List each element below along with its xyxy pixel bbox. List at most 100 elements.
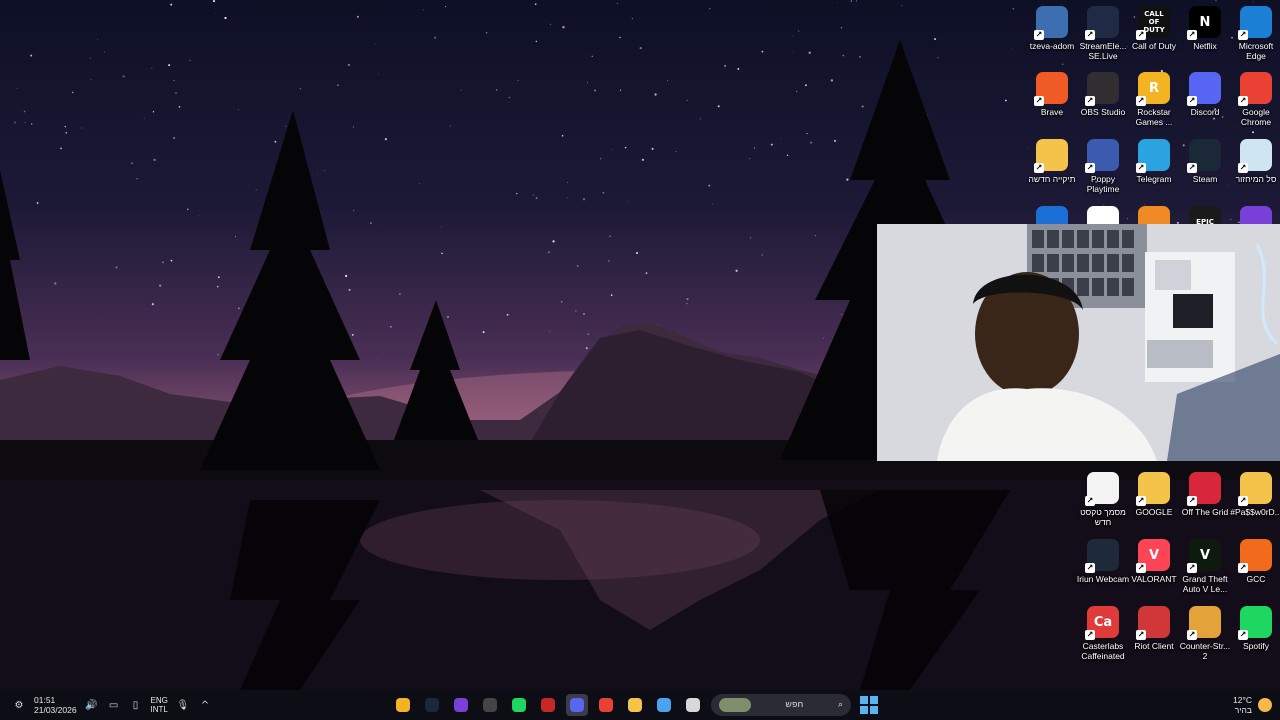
desktop-icon[interactable]: ↗ Riot Client: [1127, 606, 1181, 651]
star: [356, 15, 359, 18]
star: [627, 201, 629, 203]
desktop-icon-label: Discord: [1190, 107, 1220, 117]
shortcut-arrow-icon: ↗: [1238, 496, 1248, 506]
desktop-icon[interactable]: ↗ StreamEle... SE.Live: [1076, 6, 1130, 61]
desktop-icon[interactable]: N ↗ Netflix: [1178, 6, 1232, 51]
steam-icon[interactable]: [421, 694, 443, 716]
star: [631, 18, 633, 20]
star: [792, 50, 794, 52]
star: [841, 314, 843, 316]
network-icon[interactable]: ▭: [107, 700, 121, 711]
desktop-icon[interactable]: Ca ↗ Casterlabs Caffeinated: [1076, 606, 1130, 661]
star: [370, 222, 372, 224]
chrome-icon[interactable]: [595, 694, 617, 716]
desktop-icon[interactable]: ↗ GCC: [1229, 539, 1280, 584]
star: [23, 110, 26, 113]
shortcut-arrow-icon: ↗: [1136, 630, 1146, 640]
app-icon[interactable]: [450, 694, 472, 716]
star: [434, 36, 437, 39]
desktop-icon[interactable]: CALL OF DUTY ↗ Call of Duty: [1127, 6, 1181, 51]
star: [81, 127, 83, 129]
desktop-icon[interactable]: ↗ סל המיחזור: [1229, 139, 1280, 184]
star: [575, 310, 577, 312]
language-indicator[interactable]: ENG INTL: [151, 696, 168, 714]
star: [1227, 184, 1229, 186]
star: [224, 16, 227, 20]
star: [348, 288, 351, 291]
desktop-icon[interactable]: V ↗ Grand Theft Auto V Le...: [1178, 539, 1232, 594]
star: [927, 114, 929, 116]
desktop-icon[interactable]: V ↗ VALORANT: [1127, 539, 1181, 584]
app-glyph: [541, 698, 555, 712]
desktop-icon[interactable]: ↗ תיקייה חדשה: [1025, 139, 1079, 184]
app-glyph: [454, 698, 468, 712]
desktop-icon[interactable]: ↗ Spotify: [1229, 606, 1280, 651]
desktop-icon[interactable]: R ↗ Rockstar Games ...: [1127, 72, 1181, 127]
desktop-icon[interactable]: ↗ GOOGLE: [1127, 472, 1181, 517]
desktop-icon[interactable]: ↗ Telegram: [1127, 139, 1181, 184]
shortcut-arrow-icon: ↗: [1136, 96, 1146, 106]
weather-widget[interactable]: 12°C בהיר: [1233, 692, 1272, 718]
file-explorer-icon[interactable]: [624, 694, 646, 716]
desktop-icon[interactable]: ↗ מסמך טקסט חדש: [1076, 472, 1130, 527]
desktop-icon[interactable]: ↗ Microsoft Edge: [1229, 6, 1280, 61]
star: [686, 298, 689, 301]
star: [1005, 99, 1007, 102]
settings-icon[interactable]: ⚙: [12, 700, 26, 711]
desktop-icon-label: Steam: [1192, 174, 1218, 184]
desktop-icon-label: Telegram: [1136, 174, 1172, 184]
desktop-icon[interactable]: ↗ OBS Studio: [1076, 72, 1130, 117]
chevron-up-icon[interactable]: ^: [198, 700, 212, 711]
star: [761, 254, 764, 256]
star: [619, 36, 621, 39]
volume-icon[interactable]: 🔊: [85, 700, 99, 711]
app-icon[interactable]: [537, 694, 559, 716]
discord-icon[interactable]: [566, 694, 588, 716]
desktop-icon[interactable]: ↗ Poppy Playtime: [1076, 139, 1130, 194]
desktop-icon[interactable]: ↗ Google Chrome: [1229, 72, 1280, 127]
folder-icon: ↗: [1136, 472, 1170, 506]
star: [585, 347, 588, 350]
desktop-icon-label: OBS Studio: [1080, 107, 1126, 117]
icon-glyph: Ca: [1093, 614, 1113, 630]
desktop-icon[interactable]: ↗ tzeva-adom: [1025, 6, 1079, 51]
apps-grid-icon[interactable]: [653, 694, 675, 716]
call-of-duty-icon: CALL OF DUTY ↗: [1136, 6, 1170, 40]
desktop-icon[interactable]: ↗ Iriun Webcam: [1076, 539, 1130, 584]
battery-icon[interactable]: ▯: [129, 700, 143, 711]
star: [798, 30, 800, 32]
desktop-icon[interactable]: ↗ Brave: [1025, 72, 1079, 117]
start-button[interactable]: [858, 694, 880, 716]
desktop-icon[interactable]: ↗ Counter-Str... 2: [1178, 606, 1232, 661]
star: [834, 139, 836, 142]
clock[interactable]: 01:51 21/03/2026: [34, 695, 77, 715]
shortcut-arrow-icon: ↗: [1187, 563, 1197, 573]
spotify-icon[interactable]: [508, 694, 530, 716]
shortcut-arrow-icon: ↗: [1187, 630, 1197, 640]
star: [317, 173, 318, 175]
star: [517, 79, 519, 82]
star: [351, 334, 354, 336]
star: [1247, 63, 1248, 65]
star: [60, 147, 62, 150]
clock-icon[interactable]: [479, 694, 501, 716]
star: [594, 89, 597, 92]
desktop-icon[interactable]: ↗ Steam: [1178, 139, 1232, 184]
shortcut-arrow-icon: ↗: [1085, 630, 1095, 640]
desktop-icon[interactable]: ↗ Off The Grid: [1178, 472, 1232, 517]
microphone-icon[interactable]: 🎙: [176, 700, 190, 711]
star: [30, 123, 33, 125]
star: [1062, 63, 1064, 65]
desktop-icon-label: Counter-Str... 2: [1179, 641, 1231, 661]
star: [198, 215, 200, 216]
desktop-icon[interactable]: ↗ Discord: [1178, 72, 1232, 117]
start-button-pane: [860, 706, 868, 714]
shortcut-arrow-icon: ↗: [1034, 96, 1044, 106]
star: [577, 265, 579, 267]
rockstar-icon[interactable]: [392, 694, 414, 716]
star: [611, 148, 613, 150]
task-view-icon[interactable]: [682, 694, 704, 716]
taskbar-search[interactable]: חפש ⌕: [711, 694, 851, 716]
desktop-icon[interactable]: ↗ #Pa$$w0rD...: [1229, 472, 1280, 517]
taskbar-apps: חפש ⌕: [392, 690, 880, 720]
